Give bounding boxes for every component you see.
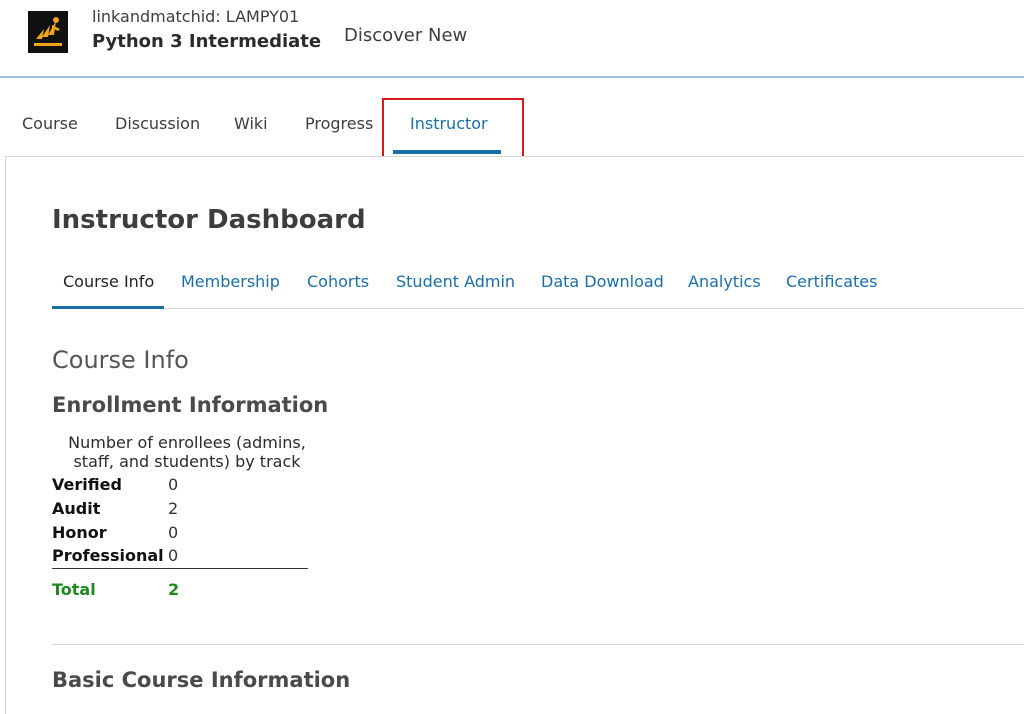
track-label: Professional xyxy=(52,544,168,569)
active-tab-indicator xyxy=(393,150,501,154)
dash-tab-student-admin[interactable]: Student Admin xyxy=(396,272,515,291)
total-count: 2 xyxy=(168,579,180,599)
tab-discussion[interactable]: Discussion xyxy=(115,114,200,133)
track-count: 0 xyxy=(168,522,179,542)
table-row: Verified 0 xyxy=(52,472,308,496)
table-total-row: Total 2 xyxy=(52,568,308,602)
discover-new-link[interactable]: Discover New xyxy=(344,25,467,46)
total-label: Total xyxy=(52,579,96,599)
track-label: Honor xyxy=(52,522,107,542)
dash-tab-data-download[interactable]: Data Download xyxy=(541,272,664,291)
enrollment-description: Number of enrollees (admins, staff, and … xyxy=(68,433,306,471)
track-label: Audit xyxy=(52,498,101,518)
course-info-heading: Course Info xyxy=(52,346,189,374)
tab-progress[interactable]: Progress xyxy=(305,114,373,133)
dash-tab-membership[interactable]: Membership xyxy=(181,272,280,291)
org-logo[interactable] xyxy=(28,11,68,53)
course-tabs: Course Discussion Wiki Progress Instruct… xyxy=(0,100,1024,156)
tab-wiki[interactable]: Wiki xyxy=(234,114,268,133)
tab-course[interactable]: Course xyxy=(22,114,78,133)
dash-tab-cohorts[interactable]: Cohorts xyxy=(307,272,369,291)
enrollment-info-heading: Enrollment Information xyxy=(52,393,329,417)
track-count: 0 xyxy=(168,474,179,494)
course-title: Python 3 Intermediate xyxy=(92,31,322,52)
dash-tab-certificates[interactable]: Certificates xyxy=(786,272,877,291)
track-count: 0 xyxy=(168,544,308,569)
track-count: 2 xyxy=(168,498,179,518)
enrollment-table: Verified 0 Audit 2 Honor 0 Professional … xyxy=(52,472,308,602)
basic-course-info-heading: Basic Course Information xyxy=(52,668,351,692)
site-header: linkandmatchid: LAMPY01 Python 3 Interme… xyxy=(0,0,1024,78)
runner-logo-icon xyxy=(28,11,68,53)
table-row: Audit 2 xyxy=(52,496,308,520)
tab-instructor[interactable]: Instructor xyxy=(410,114,488,133)
dashboard-title: Instructor Dashboard xyxy=(52,205,366,235)
track-label: Verified xyxy=(52,474,122,494)
dash-active-tab-indicator xyxy=(52,306,164,309)
dashboard-tabs: Course Info Membership Cohorts Student A… xyxy=(52,262,1024,309)
table-row: Honor 0 xyxy=(52,520,308,544)
course-org-label: linkandmatchid: LAMPY01 xyxy=(92,7,300,26)
dash-tab-analytics[interactable]: Analytics xyxy=(688,272,761,291)
section-divider xyxy=(52,644,1024,645)
dash-tab-course-info[interactable]: Course Info xyxy=(63,272,154,291)
table-row: Professional 0 xyxy=(52,544,308,569)
